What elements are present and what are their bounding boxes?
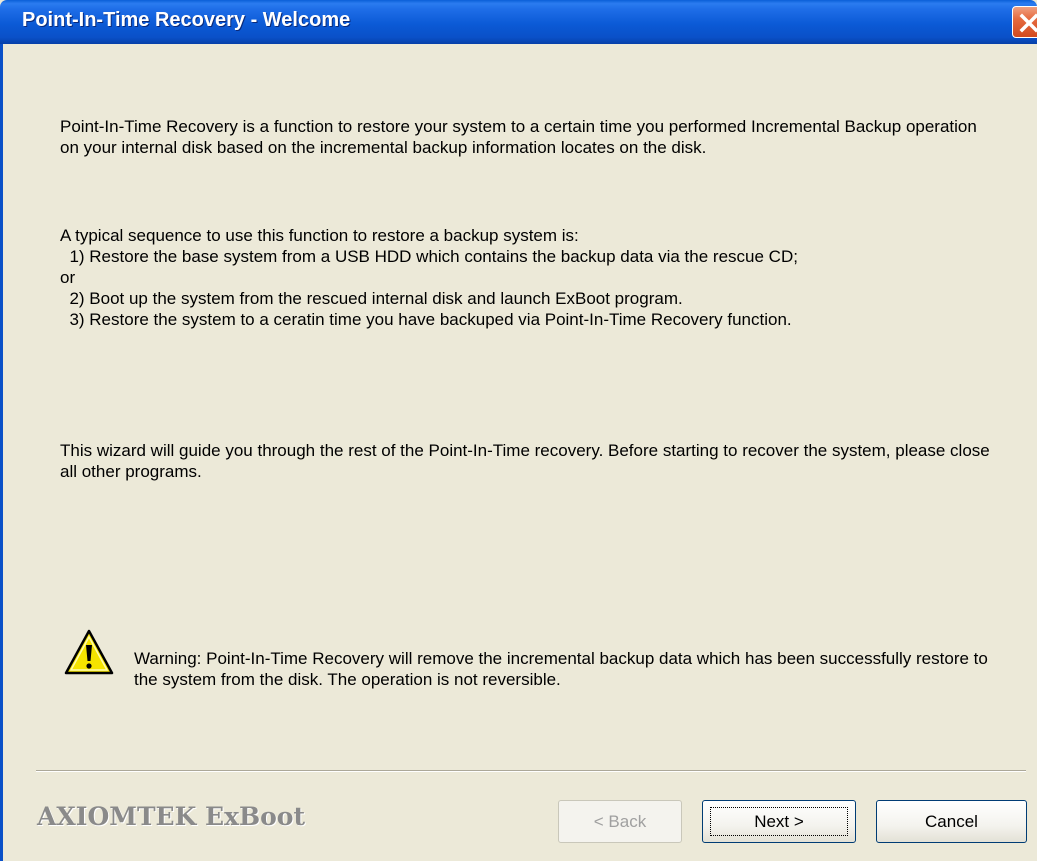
next-button-label: Next > <box>710 807 848 836</box>
warning-icon <box>64 629 114 675</box>
warning-text: Warning: Point-In-Time Recovery will rem… <box>134 649 988 689</box>
footer-separator <box>36 770 1026 772</box>
cancel-button[interactable]: Cancel <box>876 800 1027 843</box>
sequence-heading: A typical sequence to use this function … <box>60 226 579 245</box>
intro-text: Point-In-Time Recovery is a function to … <box>60 117 977 157</box>
title-bar: Point-In-Time Recovery - Welcome <box>0 0 1037 44</box>
back-button[interactable]: < Back <box>558 800 682 843</box>
brand-label: AXIOMTEK ExBoot <box>37 802 306 831</box>
window-title: Point-In-Time Recovery - Welcome <box>22 9 351 31</box>
window-frame <box>0 44 3 861</box>
next-button[interactable]: Next > <box>702 800 856 843</box>
sequence-step: 2) Boot up the system from the rescued i… <box>60 289 683 308</box>
sequence-step: or <box>60 268 76 287</box>
sequence-block: A typical sequence to use this function … <box>60 225 1000 330</box>
close-icon <box>1019 13 1037 33</box>
sequence-step: 3) Restore the system to a ceratin time … <box>60 310 792 329</box>
guide-text: This wizard will guide you through the r… <box>60 441 990 481</box>
close-button[interactable] <box>1012 6 1037 38</box>
sequence-step: 1) Restore the base system from a USB HD… <box>60 247 798 266</box>
